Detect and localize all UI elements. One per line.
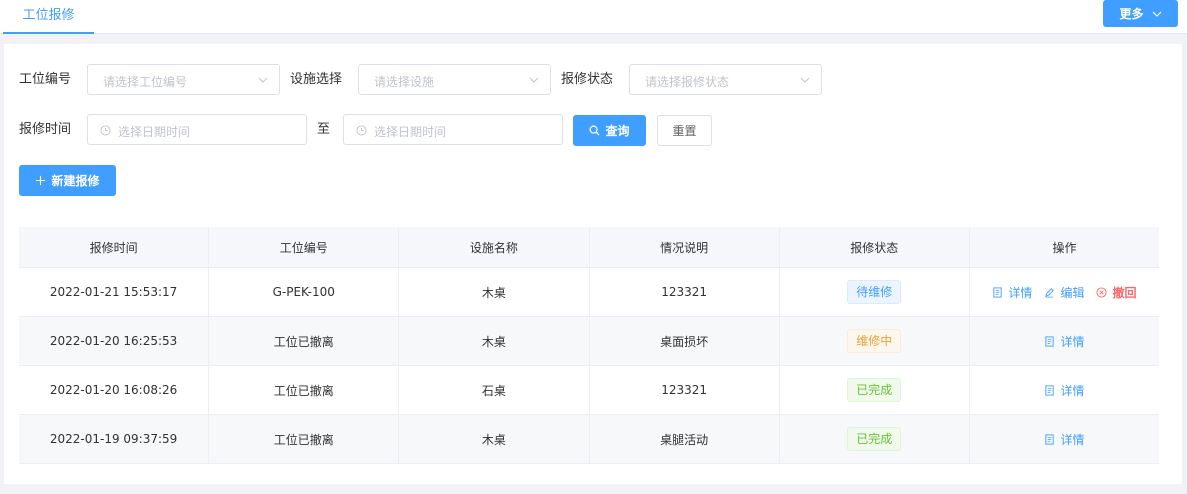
detail-link[interactable]: 详情 <box>1044 382 1084 399</box>
chevron-down-icon <box>258 77 268 83</box>
status-badge: 待维修 <box>847 280 902 304</box>
cell-station: 工位已撤离 <box>209 317 400 365</box>
start-datetime-input[interactable]: 选择日期时间 <box>87 114 307 145</box>
station-label: 工位编号 <box>19 72 72 87</box>
cell-actions: 详情 编辑 撤回 <box>970 268 1159 316</box>
detail-link-label: 详情 <box>1060 432 1085 447</box>
status-badge: 维修中 <box>847 329 902 353</box>
status-badge: 已完成 <box>847 427 902 451</box>
edit-icon <box>1045 287 1055 297</box>
to-label: 至 <box>317 122 331 137</box>
cell-actions: 详情 <box>970 366 1159 414</box>
cell-time: 2022-01-20 16:08:26 <box>19 366 210 414</box>
clock-icon <box>356 125 367 136</box>
cell-description: 桌面损坏 <box>590 317 780 365</box>
document-icon <box>1045 335 1055 347</box>
cell-description: 123321 <box>590 366 780 414</box>
column-header: 设施名称 <box>399 227 590 267</box>
cell-status: 待维修 <box>780 268 970 316</box>
circle-close-icon <box>1096 286 1107 298</box>
plus-icon <box>36 175 46 186</box>
cell-facility: 木桌 <box>399 317 590 365</box>
query-button[interactable]: 查询 <box>573 115 646 146</box>
cell-station: 工位已撤离 <box>209 366 400 414</box>
search-icon <box>589 125 600 136</box>
cell-station: 工位已撤离 <box>209 415 400 463</box>
column-header: 报修时间 <box>19 227 210 267</box>
document-icon <box>993 286 1003 298</box>
column-header: 报修状态 <box>780 227 970 267</box>
status-badge: 已完成 <box>847 378 902 402</box>
tab-bar: 工位报修 <box>0 0 1187 34</box>
withdraw-link[interactable]: 撤回 <box>1096 284 1136 301</box>
table-row: 2022-01-19 09:37:59 工位已撤离 木桌 桌腿活动 已完成 详情 <box>19 415 1159 464</box>
clock-icon <box>100 125 111 136</box>
cell-status: 已完成 <box>780 415 970 463</box>
detail-link[interactable]: 详情 <box>1044 333 1084 350</box>
chevron-down-icon <box>800 77 810 83</box>
column-header: 情况说明 <box>590 227 780 267</box>
document-icon <box>1045 384 1055 396</box>
main-panel: 工位编号 请选择工位编号 设施选择 请选择设施 报修状态 请选择报修状态 报修时… <box>4 44 1182 484</box>
facility-select[interactable]: 请选择设施 <box>358 64 551 95</box>
detail-link[interactable]: 详情 <box>992 284 1032 301</box>
new-repair-button-label: 新建报修 <box>51 174 100 188</box>
detail-link-label: 详情 <box>1060 383 1085 398</box>
repair-table: 报修时间 工位编号 设施名称 情况说明 报修状态 操作 2022-01-21 1… <box>19 227 1159 464</box>
cell-actions: 详情 <box>970 415 1159 463</box>
more-button[interactable]: 更多 <box>1103 0 1178 27</box>
detail-link[interactable]: 详情 <box>1044 431 1084 448</box>
chevron-down-icon <box>529 77 539 83</box>
status-label: 报修状态 <box>561 72 614 87</box>
station-select[interactable]: 请选择工位编号 <box>87 64 280 95</box>
column-header: 操作 <box>1052 240 1077 255</box>
end-datetime-input[interactable]: 选择日期时间 <box>343 114 563 145</box>
chevron-down-icon <box>1152 11 1161 17</box>
cell-time: 2022-01-19 09:37:59 <box>19 415 210 463</box>
detail-link-label: 详情 <box>1008 285 1033 300</box>
new-repair-button[interactable]: 新建报修 <box>19 165 116 196</box>
detail-link-label: 详情 <box>1060 334 1085 349</box>
cell-time: 2022-01-21 15:53:17 <box>19 268 210 316</box>
query-button-label: 查询 <box>605 124 630 138</box>
cell-description: 123321 <box>590 268 780 316</box>
withdraw-link-label: 撤回 <box>1112 285 1137 300</box>
reset-button-label: 重置 <box>672 124 697 138</box>
more-button-label: 更多 <box>1119 7 1144 21</box>
cell-description: 桌腿活动 <box>590 415 780 463</box>
cell-time: 2022-01-20 16:25:53 <box>19 317 210 365</box>
cell-actions: 详情 <box>970 317 1159 365</box>
reset-button[interactable]: 重置 <box>657 115 712 146</box>
facility-label: 设施选择 <box>290 72 343 87</box>
table-row: 2022-01-20 16:08:26 工位已撤离 石桌 123321 已完成 … <box>19 366 1159 415</box>
cell-facility: 木桌 <box>399 268 590 316</box>
cell-status: 维修中 <box>780 317 970 365</box>
status-select[interactable]: 请选择报修状态 <box>629 64 822 95</box>
start-datetime-placeholder: 选择日期时间 <box>118 125 191 139</box>
time-label: 报修时间 <box>19 122 72 137</box>
column-header: 工位编号 <box>209 227 400 267</box>
document-icon <box>1045 433 1055 445</box>
status-placeholder: 请选择报修状态 <box>645 75 730 89</box>
edit-link-label: 编辑 <box>1060 285 1085 300</box>
table-header: 报修时间 工位编号 设施名称 情况说明 报修状态 操作 <box>19 227 1159 268</box>
cell-facility: 石桌 <box>399 366 590 414</box>
end-datetime-placeholder: 选择日期时间 <box>374 125 447 139</box>
facility-placeholder: 请选择设施 <box>374 75 435 89</box>
cell-station: G-PEK-100 <box>209 268 400 316</box>
table-row: 2022-01-21 15:53:17 G-PEK-100 木桌 123321 … <box>19 268 1159 317</box>
station-placeholder: 请选择工位编号 <box>103 75 188 89</box>
tab-station-repair[interactable]: 工位报修 <box>3 0 94 34</box>
edit-link[interactable]: 编辑 <box>1044 284 1084 301</box>
table-row: 2022-01-20 16:25:53 工位已撤离 木桌 桌面损坏 维修中 详情 <box>19 317 1159 366</box>
cell-facility: 木桌 <box>399 415 590 463</box>
cell-status: 已完成 <box>780 366 970 414</box>
